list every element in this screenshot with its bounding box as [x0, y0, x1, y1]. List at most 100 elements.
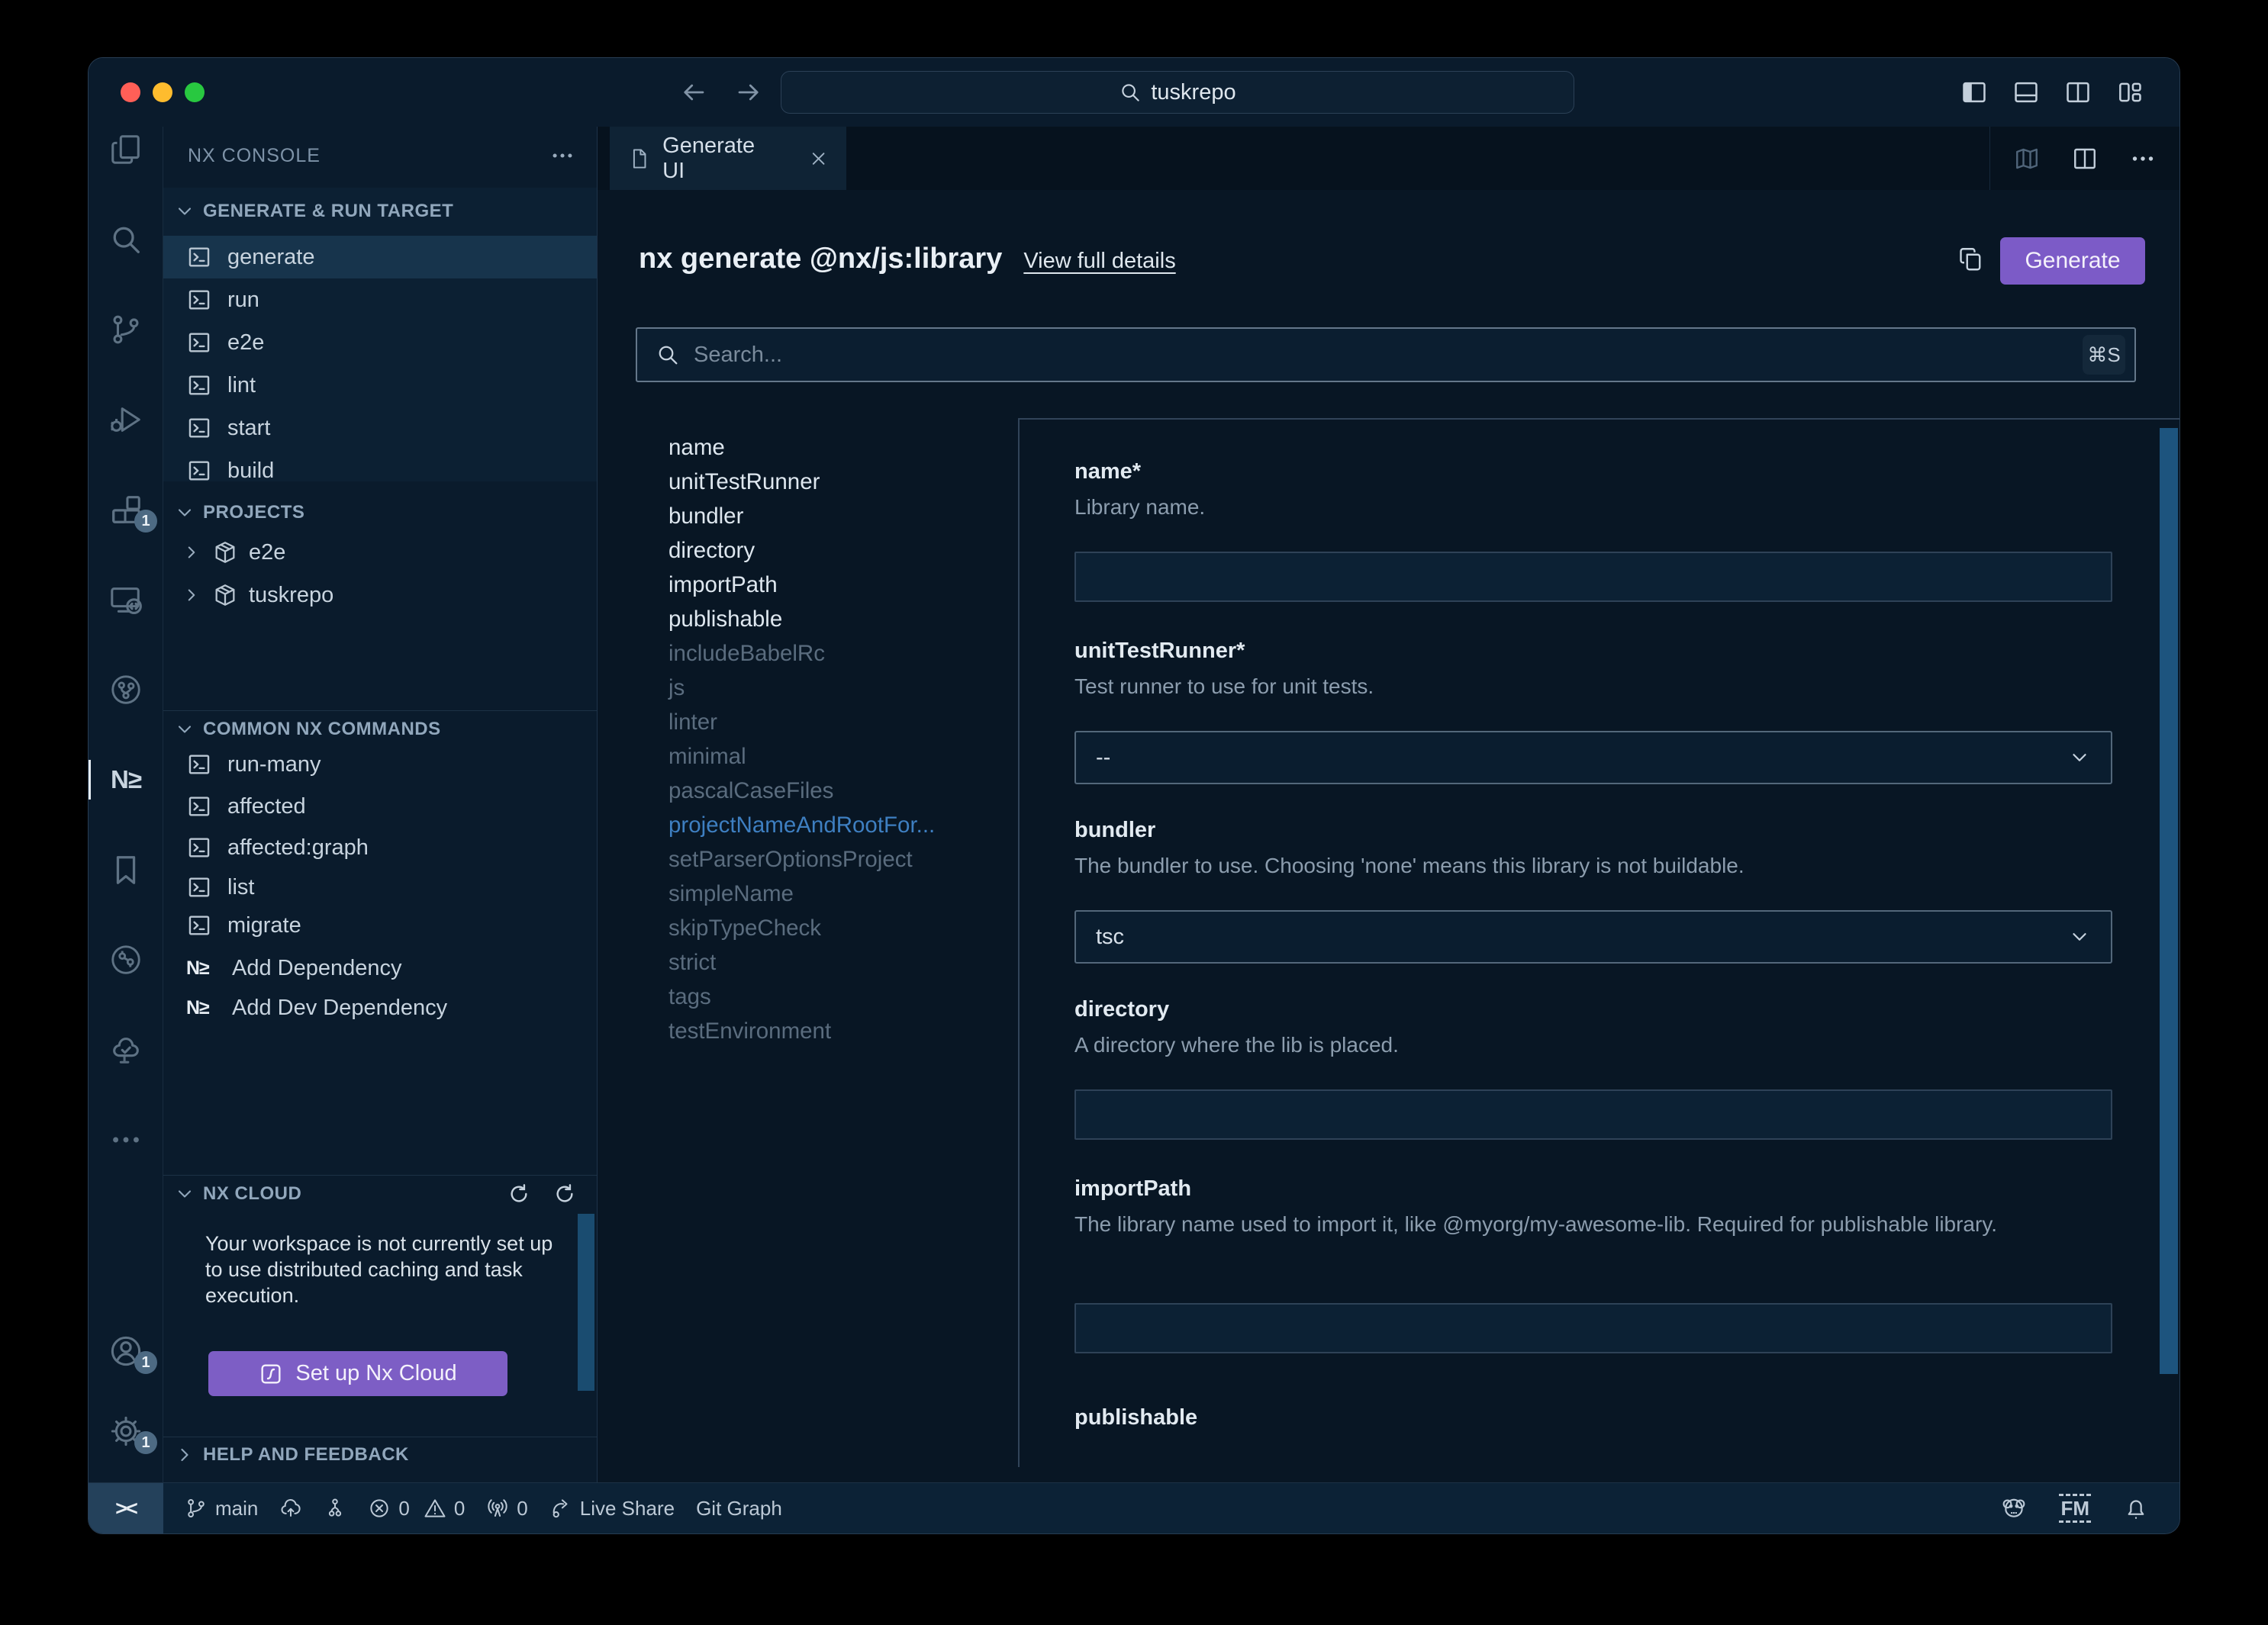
editor-more-actions-icon[interactable] [2129, 145, 2157, 172]
option-nav-bundler[interactable]: bundler [668, 499, 935, 533]
option-nav-strict[interactable]: strict [668, 945, 935, 980]
activity-gitlens[interactable] [89, 665, 163, 714]
toggle-panel-icon[interactable] [2012, 78, 2041, 107]
form-scrollbar[interactable] [2160, 428, 2178, 1374]
close-tab-icon[interactable] [809, 149, 828, 169]
terminal-icon [186, 287, 212, 313]
field-input-importPath[interactable] [1074, 1303, 2112, 1353]
chevron-right-icon [174, 1444, 195, 1466]
live-share-icon [549, 1497, 572, 1520]
field-input-directory[interactable] [1074, 1089, 2112, 1140]
option-nav-testEnvironment[interactable]: testEnvironment [668, 1014, 935, 1048]
tab-generate-ui[interactable]: Generate UI [610, 127, 846, 190]
sidebar-nx-console: NX CONSOLE GENERATE & RUN TARGET generat… [163, 127, 598, 1483]
command-migrate[interactable]: migrate [163, 906, 597, 945]
command-run-many[interactable]: run-many [163, 745, 597, 784]
field-select-unitTestRunner[interactable]: -- [1074, 731, 2112, 784]
activity-extensions[interactable]: 1 [89, 485, 163, 534]
field-input-name[interactable] [1074, 552, 2112, 602]
toggle-sidebar-icon[interactable] [1960, 78, 1989, 107]
activity-bookmarks[interactable] [89, 845, 163, 894]
bell-icon[interactable] [2123, 1495, 2149, 1521]
tree-check-icon [108, 1032, 143, 1067]
terminal-icon [186, 372, 212, 398]
git-graph-button[interactable]: Git Graph [696, 1497, 782, 1520]
option-nav-tags[interactable]: tags [668, 980, 935, 1014]
customize-layout-icon[interactable] [2115, 78, 2144, 107]
setup-nx-cloud-button[interactable]: Set up Nx Cloud [208, 1351, 507, 1396]
field-select-bundler[interactable]: tsc [1074, 910, 2112, 964]
option-nav-projectNameAndRootFormat[interactable]: projectNameAndRootFor... [668, 808, 935, 842]
option-nav-publishable[interactable]: publishable [668, 602, 935, 636]
refresh-icon[interactable] [507, 1182, 531, 1206]
close-window-button[interactable] [121, 82, 140, 102]
target-item-generate[interactable]: generate [163, 236, 597, 278]
activity-more[interactable] [89, 1115, 163, 1164]
monkey-face-icon[interactable] [2001, 1495, 2027, 1521]
field-desc-bundler: The bundler to use. Choosing 'none' mean… [1074, 848, 2112, 883]
editor-area: Generate UI nx generate @nx/js:library V… [598, 127, 2179, 1483]
project-item-tuskrepo[interactable]: tuskrepo [163, 574, 597, 616]
command-add-dependency[interactable]: N≥Add Dependency [163, 948, 597, 988]
files-icon [108, 132, 143, 167]
section-header-nx-cloud[interactable]: NX CLOUD [163, 1175, 597, 1210]
option-nav-setParserOptionsProject[interactable]: setParserOptionsProject [668, 842, 935, 877]
sidebar-more-actions-icon[interactable] [549, 143, 575, 169]
option-nav-directory[interactable]: directory [668, 533, 935, 568]
option-nav-linter[interactable]: linter [668, 705, 935, 739]
command-list[interactable]: list [163, 867, 597, 907]
command-affected[interactable]: affected [163, 787, 597, 826]
toggle-secondary-sidebar-icon[interactable] [2063, 78, 2092, 107]
section-header-help-feedback[interactable]: HELP AND FEEDBACK [163, 1437, 597, 1472]
debug-icon [108, 402, 143, 437]
option-nav-skipTypeCheck[interactable]: skipTypeCheck [668, 911, 935, 945]
option-nav-importPath[interactable]: importPath [668, 568, 935, 602]
option-nav-js[interactable]: js [668, 671, 935, 705]
project-item-e2e[interactable]: e2e [163, 531, 597, 574]
option-nav-minimal[interactable]: minimal [668, 739, 935, 774]
activity-settings[interactable]: 1 [89, 1407, 163, 1456]
branch-indicator[interactable]: main [185, 1497, 258, 1520]
back-arrow-icon[interactable] [680, 79, 707, 106]
refresh-icon[interactable] [553, 1182, 577, 1206]
activity-nx-console[interactable]: N≥ [89, 755, 163, 804]
activity-git-graph[interactable] [89, 935, 163, 984]
command-affected-graph[interactable]: affected:graph [163, 828, 597, 867]
command-add-dev-dependency[interactable]: N≥Add Dev Dependency [163, 988, 597, 1028]
problems-indicator[interactable]: 0 0 [368, 1497, 465, 1520]
section-header-generate-run-target[interactable]: GENERATE & RUN TARGET [163, 194, 597, 229]
target-item-e2e[interactable]: e2e [163, 321, 597, 364]
option-nav-simpleName[interactable]: simpleName [668, 877, 935, 911]
format-files-indicator[interactable]: FM [2059, 1494, 2091, 1523]
activity-testing[interactable] [89, 1025, 163, 1074]
option-nav-includeBabelRc[interactable]: includeBabelRc [668, 636, 935, 671]
option-nav-name[interactable]: name [668, 430, 935, 465]
target-item-run[interactable]: run [163, 278, 597, 321]
minimize-window-button[interactable] [153, 82, 172, 102]
remote-indicator[interactable]: >< [89, 1483, 163, 1533]
section-header-common-commands[interactable]: COMMON NX COMMANDS [163, 710, 597, 745]
target-item-build[interactable]: build [163, 449, 597, 481]
sidebar-scrollbar[interactable] [578, 1214, 594, 1391]
option-nav-list: name unitTestRunner bundler directory im… [668, 430, 935, 1048]
activity-accounts[interactable]: 1 [89, 1327, 163, 1376]
zoom-window-button[interactable] [185, 82, 205, 102]
warning-icon [424, 1497, 446, 1520]
terminal-icon [186, 835, 212, 861]
stash-indicator[interactable] [324, 1497, 346, 1520]
ports-indicator[interactable]: 0 [486, 1497, 527, 1520]
activity-explorer[interactable] [89, 125, 163, 174]
activity-run-debug[interactable] [89, 395, 163, 444]
target-item-start[interactable]: start [163, 407, 597, 449]
activity-search[interactable] [89, 215, 163, 264]
forward-arrow-icon[interactable] [735, 79, 762, 106]
command-center-search[interactable]: tuskrepo [781, 71, 1574, 114]
option-nav-unitTestRunner[interactable]: unitTestRunner [668, 465, 935, 499]
option-nav-pascalCaseFiles[interactable]: pascalCaseFiles [668, 774, 935, 808]
activity-remote-explorer[interactable] [89, 575, 163, 624]
target-item-lint[interactable]: lint [163, 364, 597, 407]
live-share-button[interactable]: Live Share [549, 1497, 675, 1520]
sync-button[interactable] [279, 1497, 302, 1520]
section-header-projects[interactable]: PROJECTS [163, 495, 597, 530]
activity-source-control[interactable] [89, 305, 163, 354]
